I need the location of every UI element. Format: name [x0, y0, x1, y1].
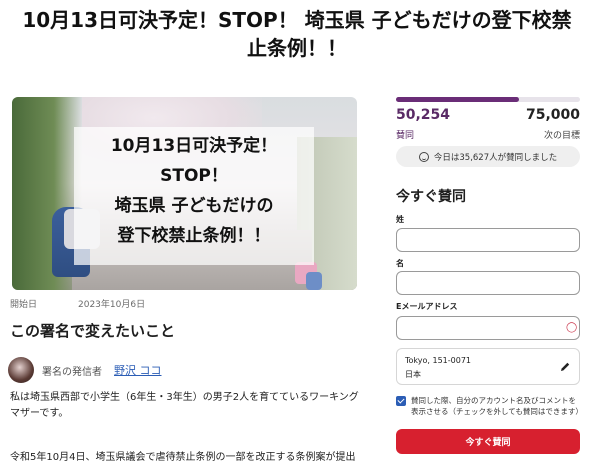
email-field[interactable] [396, 316, 580, 340]
smile-icon [418, 151, 429, 162]
hero-overlay-text: 10月13日可決予定！ STOP！ 埼玉県 子どもだけの 登下校禁止条例！！ [110, 136, 278, 246]
email-label: Eメールアドレス [396, 302, 458, 311]
password-manager-icon[interactable]: ◯ [566, 322, 577, 334]
progress-fill [396, 97, 520, 102]
display-name-consent[interactable]: 賛同した際、自分のアカウント名及びコメントを表示させる（チェックを外しても賛同は… [396, 395, 583, 417]
author-name-link[interactable]: 野沢 ココ [114, 362, 162, 378]
start-date-value: 2023年10月6日 [78, 300, 146, 310]
pencil-icon[interactable] [559, 361, 571, 373]
today-signers-text: 今日は35,627人が賛同しました [433, 152, 558, 163]
last-name-label: 名 [396, 259, 404, 268]
sign-now-button[interactable]: 今すぐ賛同 [396, 429, 580, 454]
first-name-label: 姓 [396, 215, 404, 224]
location-city: Tokyo, 151-0071 [405, 356, 471, 365]
author-row: 署名の発信者 野沢 ココ [8, 356, 162, 384]
signature-count-label: 賛同 [396, 131, 415, 141]
location-country: 日本 [405, 370, 421, 379]
signature-goal: 75,000 [525, 107, 580, 123]
consent-checkbox[interactable] [396, 396, 406, 406]
today-signers-badge: 今日は35,627人が賛同しました [396, 146, 580, 167]
consent-text: 賛同した際、自分のアカウント名及びコメントを表示させる（チェックを外しても賛同は… [411, 396, 583, 416]
body-paragraph: 令和5年10月4日、埼玉県議会で虐待禁止条例の一部を改正する条例案が提出され [10, 452, 356, 463]
signature-count: 50,254 [396, 107, 451, 123]
first-name-field[interactable] [396, 228, 580, 252]
location-box[interactable]: Tokyo, 151-0071 日本 [396, 348, 580, 385]
body-paragraph: 私は埼玉県西部で小学生（6年生・3年生）の男子2人を育てているワーキングマザーで… [10, 392, 359, 419]
avatar [8, 357, 34, 383]
last-name-field[interactable] [396, 271, 580, 295]
signature-goal-label: 次の目標 [543, 131, 580, 141]
section-title: この署名で変えたいこと [10, 322, 176, 340]
sign-form-title: 今すぐ賛同 [396, 189, 466, 205]
signature-progress-bar [396, 97, 580, 102]
petition-hero-image: 10月13日可決予定！ STOP！ 埼玉県 子どもだけの 登下校禁止条例！！ [12, 97, 357, 290]
page-title: 10月13日可決予定！STOP！ 埼玉県 子どもだけの登下校禁止条例！！ [22, 8, 572, 60]
hero-child-shape [306, 272, 322, 290]
author-label: 署名の発信者 [42, 366, 102, 378]
start-date-label: 開始日 [10, 300, 38, 310]
